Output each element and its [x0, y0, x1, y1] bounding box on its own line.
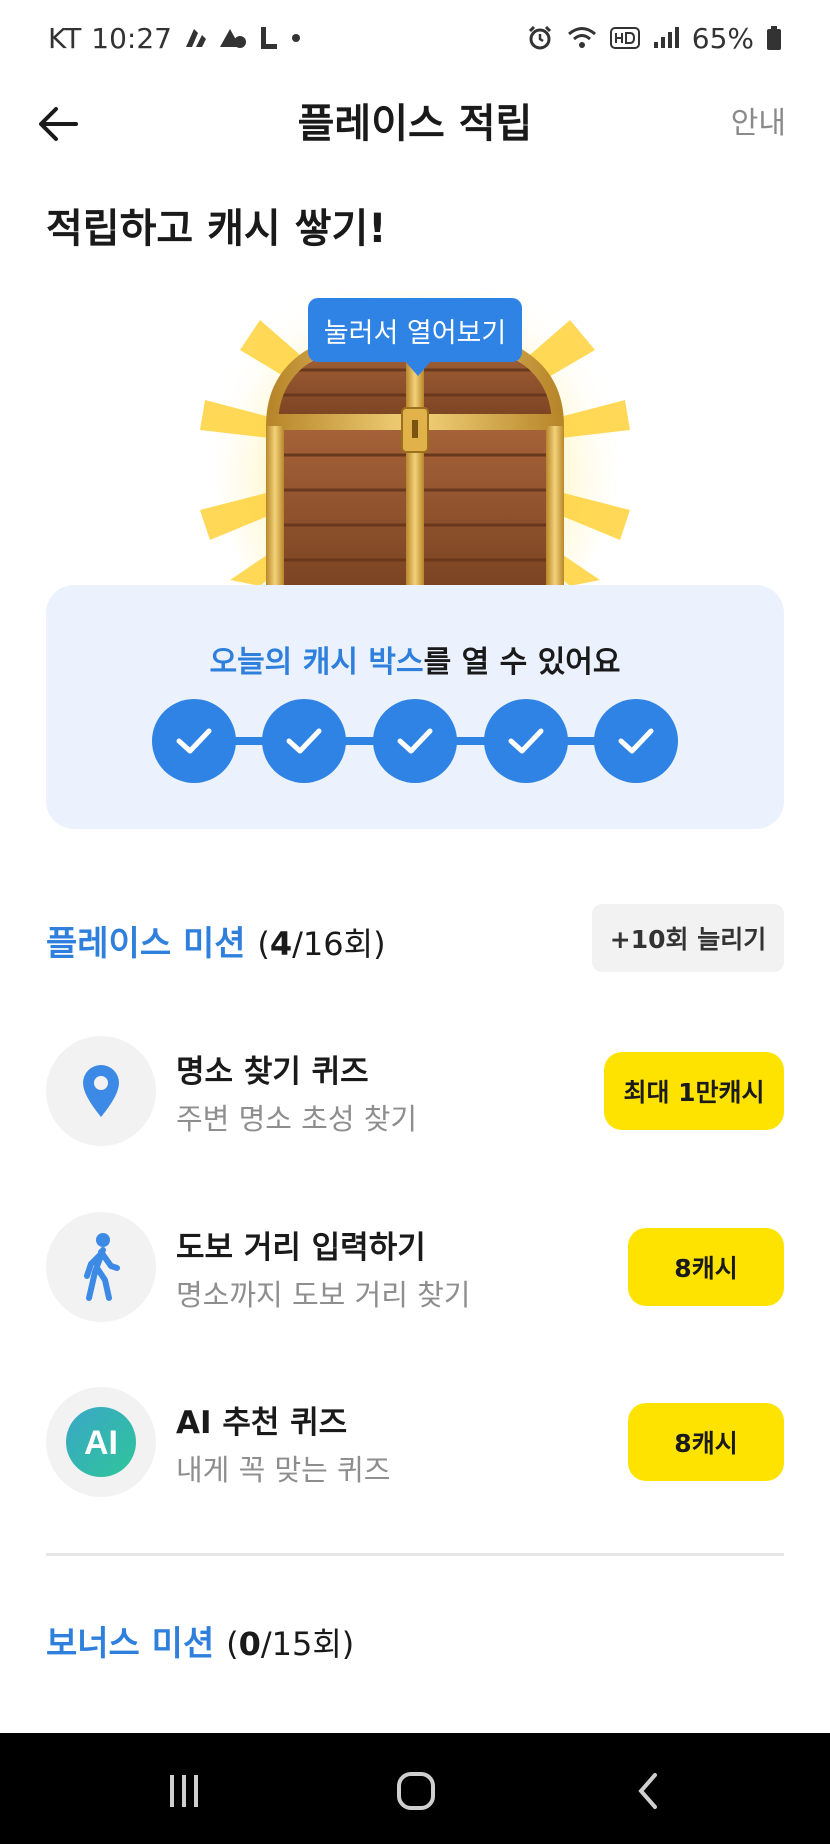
alarm-icon [526, 24, 554, 52]
step-check-2 [262, 699, 346, 783]
bonus-mission-title: 보너스 미션 (0/15회) [46, 1616, 354, 1665]
recent-apps-button[interactable] [154, 1763, 214, 1819]
step-check-1 [152, 699, 236, 783]
cash-box-card: 오늘의 캐시 박스를 열 수 있어요 [46, 585, 784, 829]
count-open: ( [257, 925, 270, 963]
checkmark-icon [286, 728, 322, 754]
mission-icon-wrap [46, 1036, 156, 1146]
system-back-button[interactable] [618, 1763, 678, 1819]
bonus-mission-count: (0/15회) [226, 1625, 354, 1663]
checkmark-icon [397, 728, 433, 754]
battery-icon [766, 25, 782, 51]
cash-box-title: 오늘의 캐시 박스를 열 수 있어요 [46, 637, 784, 681]
ai-badge-text: AI [84, 1424, 118, 1462]
count-done: 0 [238, 1625, 261, 1663]
count-total: /15회) [260, 1625, 355, 1663]
app-header: 플레이스 적립 안내 [0, 76, 830, 172]
headline: 적립하고 캐시 쌓기! [46, 206, 387, 252]
checkmark-icon [618, 728, 654, 754]
notification-icon [182, 25, 208, 51]
system-nav-bar [0, 1733, 830, 1844]
place-mission-count: (4/16회) [257, 925, 385, 963]
mission-reward-button[interactable]: 8캐시 [628, 1403, 784, 1481]
mission-subtitle: 내게 꼭 맞는 퀴즈 [176, 1453, 391, 1487]
notification-icon-2 [218, 25, 248, 51]
line-app-icon [258, 25, 280, 51]
ai-badge-icon: AI [66, 1407, 136, 1477]
checkmark-icon [176, 728, 212, 754]
count-total: /16회) [292, 925, 386, 963]
step-check-3 [373, 699, 457, 783]
home-icon [397, 1772, 435, 1810]
chevron-left-icon [638, 1773, 657, 1809]
mission-item-landmark-quiz[interactable]: 명소 찾기 퀴즈 주변 명소 초성 찾기 최대 1만캐시 [46, 1036, 784, 1148]
bonus-mission-label: 보너스 미션 [46, 1624, 215, 1664]
count-done: 4 [269, 925, 293, 963]
expand-missions-button[interactable]: +10회 늘리기 [592, 904, 784, 972]
mission-item-walking-distance[interactable]: 도보 거리 입력하기 명소까지 도보 거리 찾기 8캐시 [46, 1212, 784, 1324]
mission-icon-wrap [46, 1212, 156, 1322]
count-open: ( [226, 1625, 239, 1663]
dot-icon [290, 32, 302, 44]
mission-icon-wrap: AI [46, 1387, 156, 1497]
page-title: 플레이스 적립 [297, 101, 533, 147]
cash-box-steps [152, 699, 678, 783]
mission-subtitle: 주변 명소 초성 찾기 [176, 1102, 418, 1136]
hd-voice-icon [609, 27, 640, 49]
walking-person-icon [84, 1233, 120, 1301]
status-bar: KT 10:27 65% [0, 0, 830, 76]
signal-icon [652, 26, 680, 50]
carrier-label: KT [48, 21, 82, 55]
place-mission-title: 플레이스 미션 (4/16회) [46, 916, 386, 965]
clock: 10:27 [91, 21, 172, 55]
mission-subtitle: 명소까지 도보 거리 찾기 [176, 1278, 471, 1312]
step-check-4 [484, 699, 568, 783]
mission-item-ai-quiz[interactable]: AI AI 추천 퀴즈 내게 꼭 맞는 퀴즈 8캐시 [46, 1387, 784, 1499]
place-mission-label: 플레이스 미션 [46, 924, 246, 964]
place-mission-header: 플레이스 미션 (4/16회) +10회 늘리기 [46, 904, 784, 974]
mission-title: 명소 찾기 퀴즈 [176, 1054, 369, 1090]
home-button[interactable] [386, 1763, 446, 1819]
tooltip-tail [404, 360, 432, 376]
guide-button[interactable]: 안내 [731, 104, 786, 144]
wifi-icon [566, 25, 598, 51]
recent-apps-icon [170, 1775, 198, 1807]
section-divider [46, 1553, 784, 1556]
mission-title: 도보 거리 입력하기 [176, 1230, 426, 1266]
battery-percent: 65% [691, 21, 754, 55]
cash-box-title-highlight: 오늘의 캐시 박스 [209, 645, 424, 680]
mission-reward-button[interactable]: 8캐시 [628, 1228, 784, 1306]
step-check-5 [594, 699, 678, 783]
mission-title: AI 추천 퀴즈 [176, 1405, 348, 1441]
cash-box-title-rest: 를 열 수 있어요 [423, 645, 621, 680]
open-box-tooltip[interactable]: 눌러서 열어보기 [308, 298, 522, 362]
checkmark-icon [508, 728, 544, 754]
location-pin-icon [83, 1065, 119, 1117]
mission-reward-button[interactable]: 최대 1만캐시 [604, 1052, 784, 1130]
